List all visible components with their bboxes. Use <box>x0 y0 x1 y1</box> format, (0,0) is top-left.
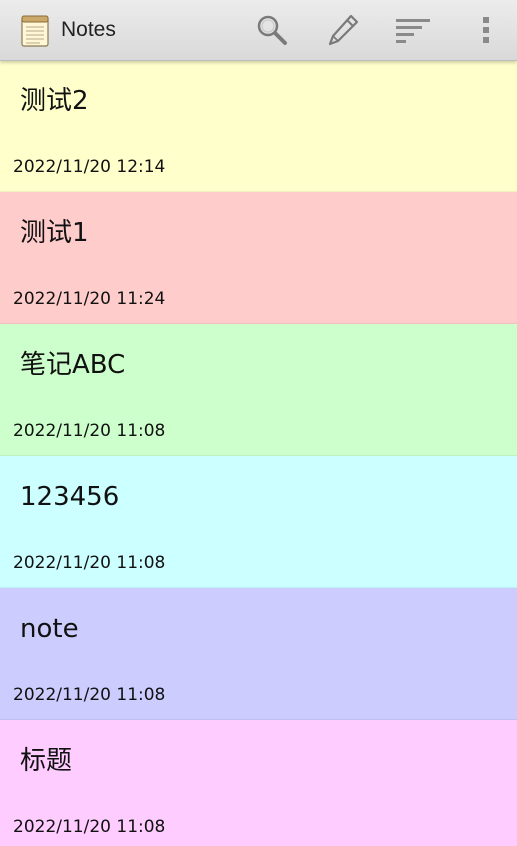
action-bar: Notes <box>0 0 517 61</box>
note-title: 123456 <box>20 482 120 512</box>
note-title: 标题 <box>20 746 73 776</box>
note-timestamp: 2022/11/20 11:24 <box>13 289 166 309</box>
note-list-item[interactable]: 笔记ABC 2022/11/20 11:08 <box>0 324 517 456</box>
new-note-button[interactable] <box>321 8 365 52</box>
note-title: note <box>20 614 79 644</box>
note-timestamp: 2022/11/20 11:08 <box>13 817 166 837</box>
note-list-item[interactable]: 测试1 2022/11/20 11:24 <box>0 192 517 324</box>
note-list-item[interactable]: note 2022/11/20 11:08 <box>0 588 517 720</box>
notes-app: Notes 测试2 2022/11/20 12:14 测试1 2022/11/2… <box>0 0 517 846</box>
note-title: 测试2 <box>20 86 89 116</box>
sort-button[interactable] <box>391 8 435 52</box>
sort-icon <box>394 15 432 45</box>
note-timestamp: 2022/11/20 11:08 <box>13 553 166 573</box>
note-timestamp: 2022/11/20 12:14 <box>13 157 166 177</box>
search-button[interactable] <box>250 8 294 52</box>
note-title: 笔记ABC <box>20 350 126 380</box>
note-list-item[interactable]: 测试2 2022/11/20 12:14 <box>0 61 517 192</box>
overflow-menu-button[interactable] <box>464 8 508 52</box>
note-timestamp: 2022/11/20 11:08 <box>13 685 166 705</box>
search-icon <box>255 13 289 47</box>
notepad-icon[interactable] <box>20 13 50 47</box>
pencil-icon <box>325 12 361 48</box>
note-list-item[interactable]: 123456 2022/11/20 11:08 <box>0 456 517 588</box>
note-list-item[interactable]: 标题 2022/11/20 11:08 <box>0 720 517 846</box>
note-timestamp: 2022/11/20 11:08 <box>13 421 166 441</box>
app-title: Notes <box>61 18 116 41</box>
overflow-menu-icon <box>481 15 491 45</box>
note-title: 测试1 <box>20 218 89 248</box>
note-list: 测试2 2022/11/20 12:14 测试1 2022/11/20 11:2… <box>0 61 517 846</box>
